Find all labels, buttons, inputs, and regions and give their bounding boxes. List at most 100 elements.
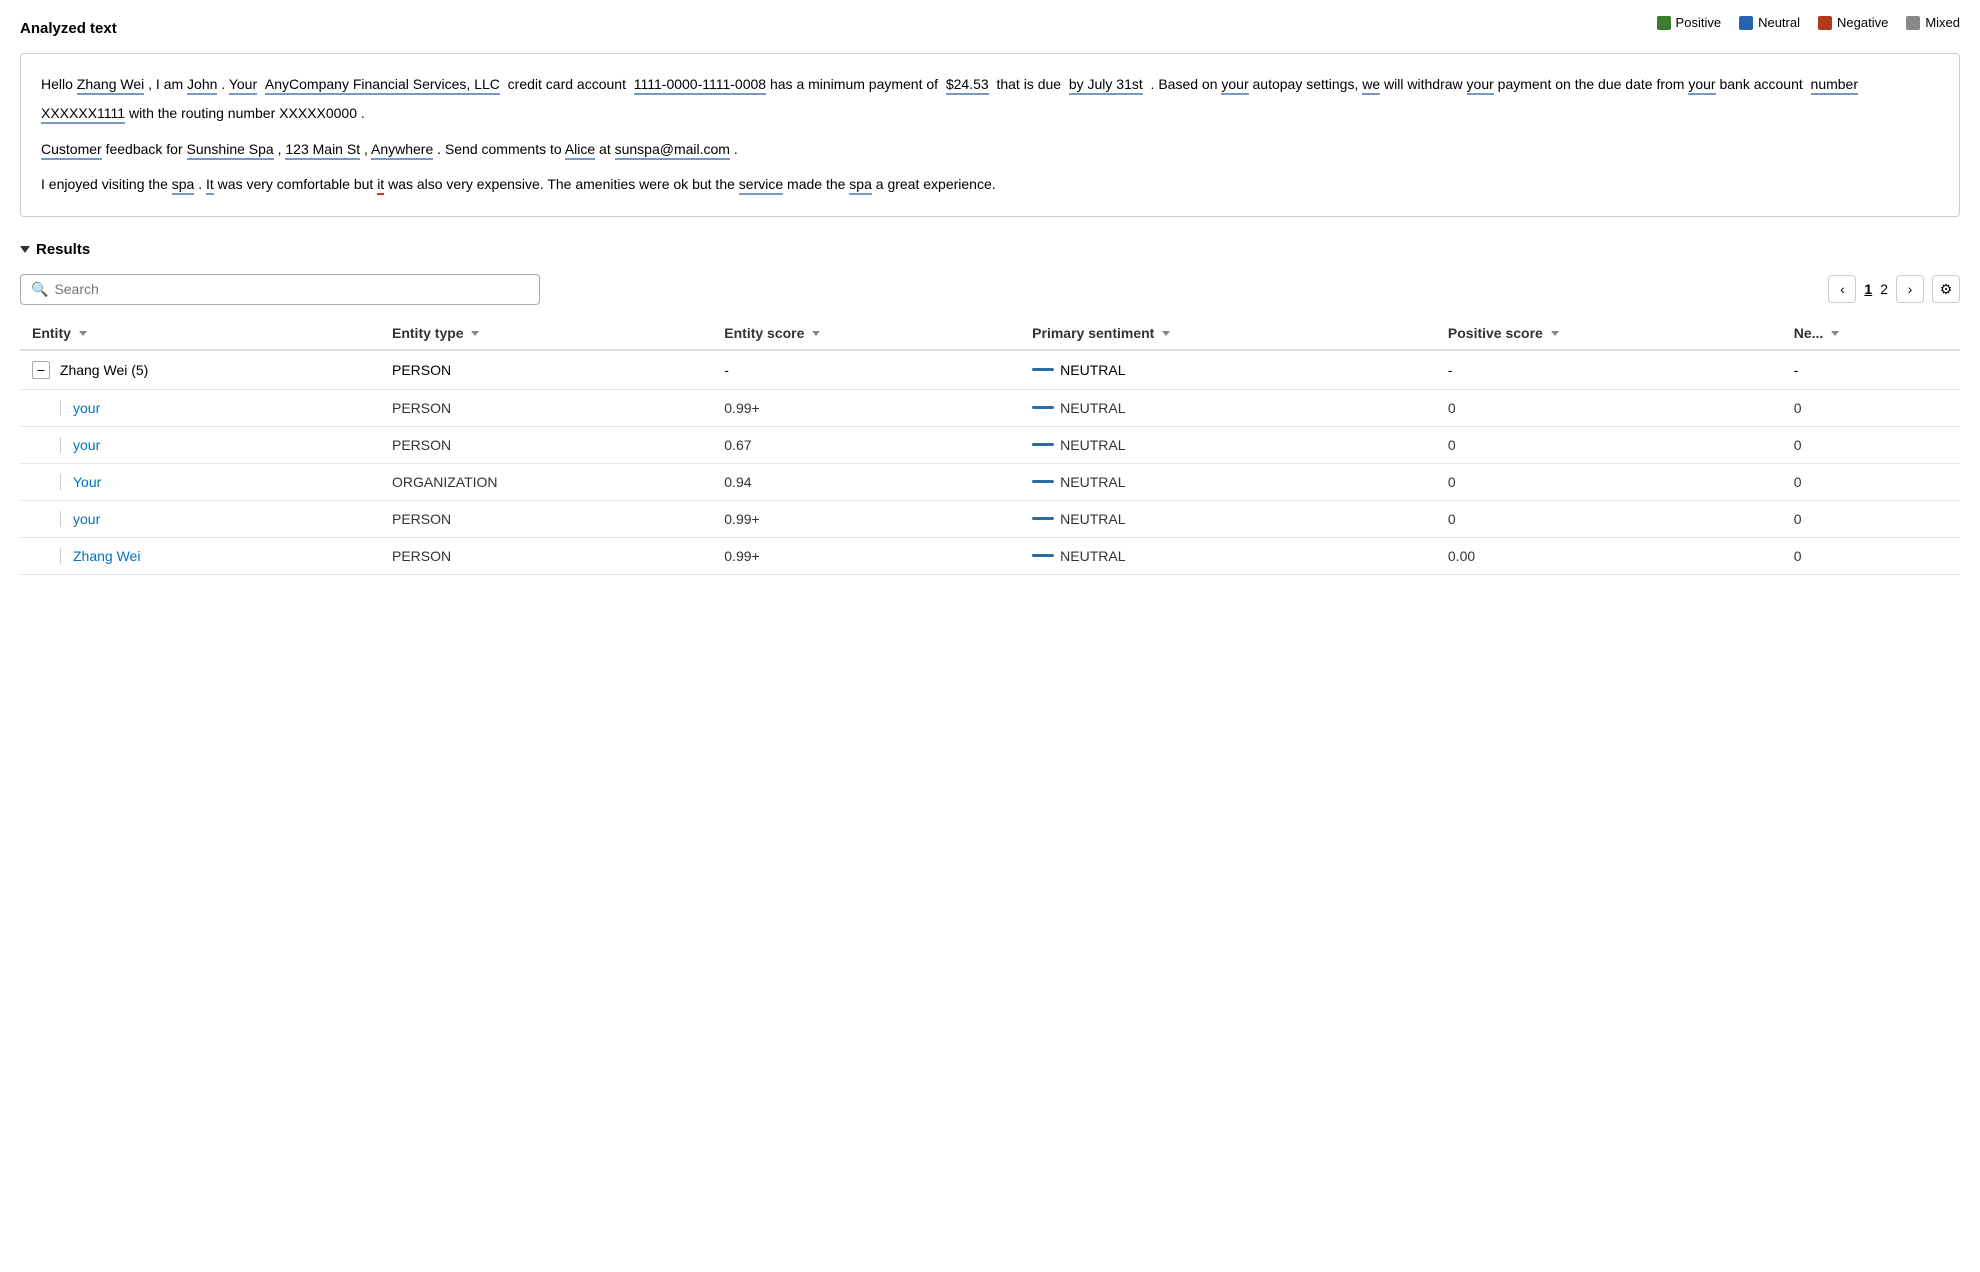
- entity-spa-1: spa: [172, 176, 195, 195]
- col-ne-score: Ne...: [1782, 317, 1960, 350]
- child-positive-3: 0: [1436, 463, 1782, 500]
- col-entity-type: Entity type: [380, 317, 712, 350]
- table-controls: 🔍 ‹ 1 2 › ⚙: [20, 274, 1960, 305]
- entity-date: by July 31st: [1069, 76, 1143, 95]
- child-sentiment-5: NEUTRAL: [1020, 537, 1436, 574]
- text-paragraph-1: Hello Zhang Wei , I am John . Your AnyCo…: [41, 70, 1939, 129]
- child-sentiment-2: NEUTRAL: [1020, 426, 1436, 463]
- entity-sunshine-spa: Sunshine Spa: [187, 141, 274, 160]
- child-entity-type-1: PERSON: [380, 389, 712, 426]
- child-ne-5: 0: [1782, 537, 1960, 574]
- results-section: Results 🔍 ‹ 1 2 › ⚙ Entity Entity type E…: [20, 241, 1960, 575]
- sentiment-line-icon: [1032, 517, 1054, 520]
- entity-amount: $24.53: [946, 76, 989, 95]
- child-entity-cell-4: your: [20, 500, 380, 537]
- col-primary-sentiment: Primary sentiment: [1020, 317, 1436, 350]
- entity-your-1: Your: [229, 76, 257, 95]
- child-ne-2: 0: [1782, 426, 1960, 463]
- positive-dot: [1657, 16, 1671, 30]
- child-entity-link-4[interactable]: your: [73, 511, 100, 527]
- entity-account-num: 1111-0000-1111-0008: [634, 76, 766, 95]
- table-row: your PERSON 0.99+ NEUTRAL 0 0: [20, 389, 1960, 426]
- child-entity-link-5[interactable]: Zhang Wei: [73, 548, 140, 564]
- entity-john: John: [187, 76, 217, 95]
- settings-button[interactable]: ⚙: [1932, 275, 1960, 303]
- neutral-label: Neutral: [1758, 15, 1800, 30]
- child-score-5: 0.99+: [712, 537, 1020, 574]
- collapse-group-button[interactable]: −: [32, 361, 50, 379]
- child-entity-type-2: PERSON: [380, 426, 712, 463]
- results-header[interactable]: Results: [20, 241, 1960, 258]
- ne-score-cell: -: [1782, 350, 1960, 390]
- sentiment-line-icon: [1032, 406, 1054, 409]
- entity-your-3: your: [1467, 76, 1494, 95]
- child-score-2: 0.67: [712, 426, 1020, 463]
- pagination-next-button[interactable]: ›: [1896, 275, 1924, 303]
- table-row: Zhang Wei PERSON 0.99+ NEUTRAL 0.00 0: [20, 537, 1960, 574]
- legend: Positive Neutral Negative Mixed: [1657, 15, 1960, 30]
- sentiment-line-icon: [1032, 443, 1054, 446]
- page-2[interactable]: 2: [1880, 281, 1888, 297]
- child-sentiment-3: NEUTRAL: [1020, 463, 1436, 500]
- text-paragraph-2: Customer feedback for Sunshine Spa , 123…: [41, 135, 1939, 164]
- indent-line: Your: [60, 474, 368, 490]
- child-entity-type-5: PERSON: [380, 537, 712, 574]
- negative-label: Negative: [1837, 15, 1888, 30]
- col-entity-score: Entity score: [712, 317, 1020, 350]
- entity-your-2: your: [1221, 76, 1248, 95]
- col-entity: Entity: [20, 317, 380, 350]
- indent-line: your: [60, 400, 368, 416]
- child-entity-cell-5: Zhang Wei: [20, 537, 380, 574]
- pagination-prev-button[interactable]: ‹: [1828, 275, 1856, 303]
- mixed-dot: [1906, 16, 1920, 30]
- text-paragraph-3: I enjoyed visiting the spa . It was very…: [41, 170, 1939, 199]
- collapse-triangle-icon: [20, 246, 30, 253]
- child-entity-link-2[interactable]: your: [73, 437, 100, 453]
- child-entity-cell-3: Your: [20, 463, 380, 500]
- positive-label: Positive: [1676, 15, 1722, 30]
- child-positive-1: 0: [1436, 389, 1782, 426]
- child-entity-link-3[interactable]: Your: [73, 474, 101, 490]
- sort-primary-sentiment-icon: [1162, 331, 1170, 336]
- sort-positive-score-icon: [1551, 331, 1559, 336]
- indent-line: your: [60, 511, 368, 527]
- child-positive-5: 0.00: [1436, 537, 1782, 574]
- child-score-3: 0.94: [712, 463, 1020, 500]
- child-entity-cell: your: [20, 389, 380, 426]
- entity-customer: Customer: [41, 141, 102, 160]
- negative-dot: [1818, 16, 1832, 30]
- child-score-4: 0.99+: [712, 500, 1020, 537]
- analyzed-text-title: Analyzed text: [20, 20, 117, 37]
- sort-entity-icon: [79, 331, 87, 336]
- child-score-1: 0.99+: [712, 389, 1020, 426]
- search-icon: 🔍: [31, 281, 48, 298]
- search-input[interactable]: [54, 281, 529, 297]
- header-top: Analyzed text Positive Neutral Negative …: [20, 20, 1960, 47]
- entity-your-4: your: [1688, 76, 1715, 95]
- legend-neutral: Neutral: [1739, 15, 1800, 30]
- entity-email: sunspa@mail.com: [615, 141, 730, 160]
- child-sentiment-1: NEUTRAL: [1020, 389, 1436, 426]
- child-sentiment-text-3: NEUTRAL: [1060, 474, 1125, 490]
- analyzed-text-box: Hello Zhang Wei , I am John . Your AnyCo…: [20, 53, 1960, 217]
- child-entity-type-4: PERSON: [380, 500, 712, 537]
- table-row: − Zhang Wei (5) PERSON - NEUTRAL - -: [20, 350, 1960, 390]
- sort-entity-score-icon: [812, 331, 820, 336]
- page-1[interactable]: 1: [1864, 281, 1872, 297]
- entity-service: service: [739, 176, 783, 195]
- entity-anycompany: AnyCompany Financial Services, LLC: [265, 76, 500, 95]
- results-title: Results: [36, 241, 90, 258]
- child-sentiment-text-2: NEUTRAL: [1060, 437, 1125, 453]
- child-entity-type-3: ORGANIZATION: [380, 463, 712, 500]
- search-box[interactable]: 🔍: [20, 274, 540, 305]
- entity-group-name: Zhang Wei (5): [60, 362, 148, 378]
- entity-we: we: [1362, 76, 1380, 95]
- results-table: Entity Entity type Entity score Primary …: [20, 317, 1960, 575]
- entity-account-masked: XXXXXX1111: [41, 105, 125, 124]
- child-ne-1: 0: [1782, 389, 1960, 426]
- child-positive-2: 0: [1436, 426, 1782, 463]
- child-entity-link-1[interactable]: your: [73, 400, 100, 416]
- indent-line: your: [60, 437, 368, 453]
- child-ne-4: 0: [1782, 500, 1960, 537]
- sentiment-line-icon: [1032, 554, 1054, 557]
